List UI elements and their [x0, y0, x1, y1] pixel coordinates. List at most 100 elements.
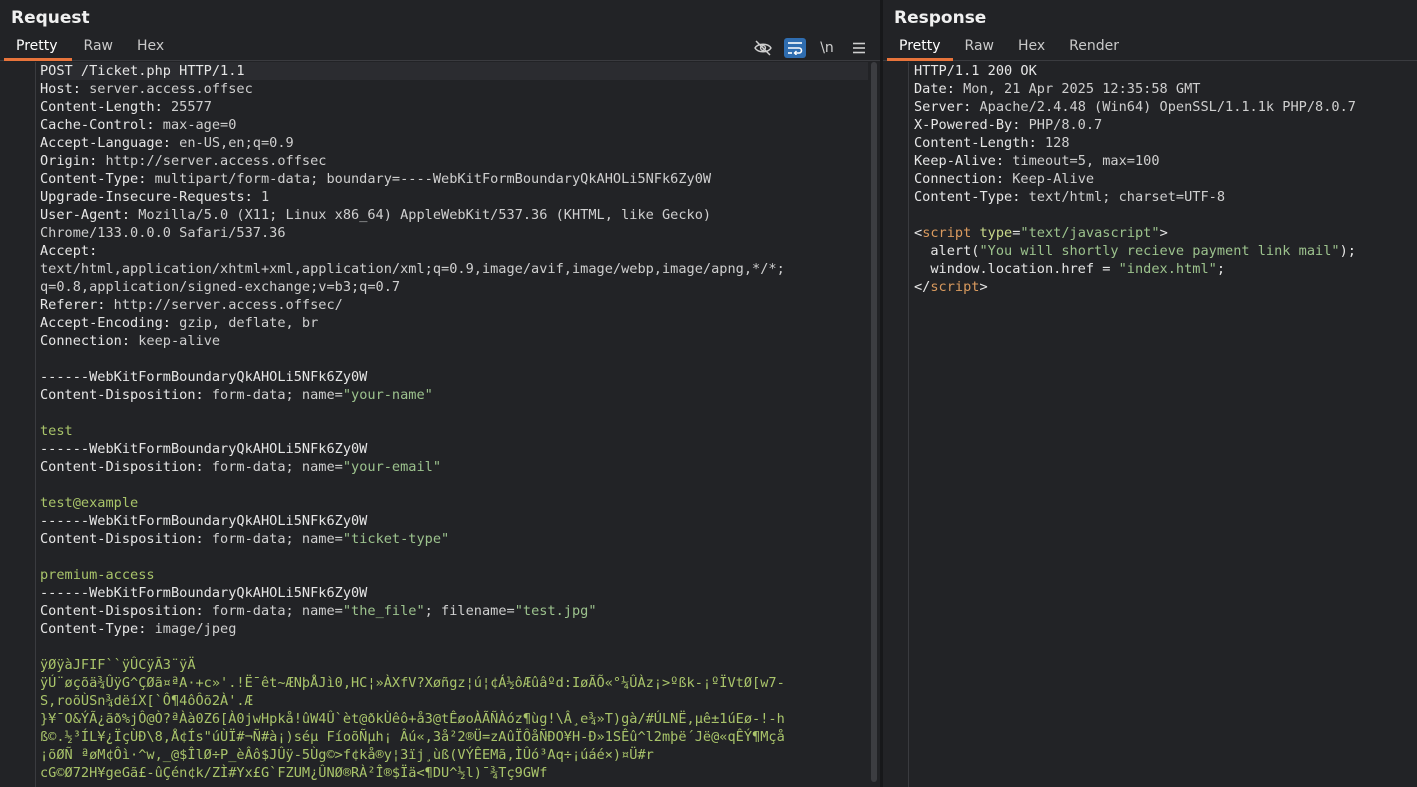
code-token: }¥¯O&ÝÃ¿ãð%jÔ@Ò?ªÀà0Z6[À0jwHpkå!ûW4Û`èt@… [40, 711, 785, 727]
code-token: User-Agent: [40, 207, 139, 223]
code-token: multipart/form-data; boundary=----WebKit… [154, 171, 712, 187]
response-code-line[interactable]: 9 [914, 206, 1405, 224]
request-code-line[interactable]: 12Accept-Encoding: gzip, deflate, br [40, 314, 868, 332]
request-scrollbar[interactable] [871, 62, 877, 782]
request-code-line[interactable]: 21 [40, 476, 868, 494]
request-tab-pretty[interactable]: Pretty [4, 36, 72, 61]
request-code-line[interactable]: ¡õØÑ ªøM¢Ôì·^w,_@$ÎlØ÷P_èÂô$JÛÿ-5Ùg©>f¢k… [40, 746, 868, 764]
request-code-line[interactable]: 26premium-access [40, 566, 868, 584]
code-token: Date: [914, 81, 964, 97]
request-code-line[interactable]: 2Host: server.access.offsec [40, 80, 868, 98]
code-token: http://server.access.offsec/ [113, 297, 343, 313]
response-tab-pretty[interactable]: Pretty [887, 36, 953, 61]
request-code-line[interactable]: 32ÿÚ¨øçõä¾ÛÿG^ÇØã¤ªA·+c»'.!Ë¯êt~ÆNþÅJì0,… [40, 674, 868, 692]
request-code-line[interactable]: 22test@example [40, 494, 868, 512]
code-token: Content-Length: [914, 135, 1045, 151]
code-token: Accept-Encoding: [40, 315, 180, 331]
response-tab-hex[interactable]: Hex [1006, 36, 1057, 60]
response-code-line[interactable]: 7Connection: Keep-Alive [914, 170, 1405, 188]
code-token: Content-Disposition: [40, 531, 212, 547]
response-tab-render[interactable]: Render [1057, 36, 1131, 60]
code-token: < [914, 225, 923, 241]
response-code-line[interactable]: 1HTTP/1.1 200 OK [914, 62, 1405, 80]
request-code-line[interactable]: 1POST /Ticket.php HTTP/1.1 [40, 62, 868, 80]
code-token: ------WebKitFormBoundaryQkAHOLi5NFk6Zy0W [40, 585, 368, 601]
request-code-line[interactable]: 29Content-Type: image/jpeg [40, 620, 868, 638]
request-code-line[interactable]: 17 [40, 404, 868, 422]
request-code-line[interactable]: 28Content-Disposition: form-data; name="… [40, 602, 868, 620]
code-token: Content-Disposition: [40, 387, 212, 403]
response-code-line[interactable]: 10<script type="text/javascript"> [914, 224, 1405, 242]
response-code[interactable]: 1HTTP/1.1 200 OK2Date: Mon, 21 Apr 2025 … [914, 62, 1405, 787]
request-code-line[interactable]: 20Content-Disposition: form-data; name="… [40, 458, 868, 476]
newline-icon[interactable]: \n [816, 38, 838, 58]
code-token: test [40, 423, 73, 439]
eye-slash-icon[interactable] [752, 38, 774, 58]
request-code-line[interactable]: 11Referer: http://server.access.offsec/ [40, 296, 868, 314]
request-code-line[interactable]: 16Content-Disposition: form-data; name="… [40, 386, 868, 404]
request-tab-hex[interactable]: Hex [125, 36, 176, 60]
request-code-line[interactable]: 4Cache-Control: max-age=0 [40, 116, 868, 134]
request-code-line[interactable]: Chrome/133.0.0.0 Safari/537.36 [40, 224, 868, 242]
request-code-line[interactable]: }¥¯O&ÝÃ¿ãð%jÔ@Ò?ªÀà0Z6[À0jwHpkå!ûW4Û`èt@… [40, 710, 868, 728]
response-code-line[interactable]: 3Server: Apache/2.4.48 (Win64) OpenSSL/1… [914, 98, 1405, 116]
code-token: image/jpeg [154, 621, 237, 637]
response-title: Response [894, 8, 987, 28]
request-code[interactable]: 1POST /Ticket.php HTTP/1.12Host: server.… [40, 62, 868, 787]
code-token: S,roõÙSn¾dëíX[`Ô¶4ôÔõ2À'.Æ [40, 693, 253, 709]
response-editor[interactable]: 1HTTP/1.1 200 OK2Date: Mon, 21 Apr 2025 … [883, 62, 1417, 787]
response-code-line[interactable]: 5Content-Length: 128 [914, 134, 1405, 152]
request-code-line[interactable]: 8Upgrade-Insecure-Requests: 1 [40, 188, 868, 206]
request-code-line[interactable]: 25 [40, 548, 868, 566]
response-code-line[interactable]: 6Keep-Alive: timeout=5, max=100 [914, 152, 1405, 170]
request-code-line[interactable]: 15------WebKitFormBoundaryQkAHOLi5NFk6Zy… [40, 368, 868, 386]
code-token: timeout=5, max=100 [1012, 153, 1160, 169]
code-token: </ [914, 279, 931, 295]
response-tab-raw[interactable]: Raw [953, 36, 1006, 60]
request-code-line[interactable]: 19------WebKitFormBoundaryQkAHOLi5NFk6Zy… [40, 440, 868, 458]
request-code-line[interactable]: 6Origin: http://server.access.offsec [40, 152, 868, 170]
code-token: ; filename= [424, 603, 515, 619]
request-code-line[interactable]: text/html,application/xhtml+xml,applicat… [40, 260, 868, 278]
wrap-lines-icon[interactable] [784, 38, 806, 58]
response-code-line[interactable]: 4X-Powered-By: PHP/8.0.7 [914, 116, 1405, 134]
response-code-line[interactable]: 2Date: Mon, 21 Apr 2025 12:35:58 GMT [914, 80, 1405, 98]
response-code-line[interactable]: alert("You will shortly recieve payment … [914, 242, 1405, 260]
menu-icon[interactable] [848, 38, 870, 58]
code-token: HTTP/1.1 200 OK [914, 63, 1037, 79]
request-tab-raw[interactable]: Raw [72, 36, 125, 60]
request-code-line[interactable]: 7Content-Type: multipart/form-data; boun… [40, 170, 868, 188]
request-code-line[interactable]: 3Content-Length: 25577 [40, 98, 868, 116]
code-token: "index.html" [1118, 261, 1217, 277]
code-token: Content-Disposition: [40, 603, 212, 619]
code-token: Connection: [914, 171, 1013, 187]
request-code-line[interactable]: 13Connection: keep-alive [40, 332, 868, 350]
request-code-line[interactable]: S,roõÙSn¾dëíX[`Ô¶4ôÔõ2À'.Æ [40, 692, 868, 710]
response-code-line[interactable]: </script> [914, 278, 1405, 296]
code-token: script [930, 279, 980, 295]
request-code-line[interactable]: 5Accept-Language: en-US,en;q=0.9 [40, 134, 868, 152]
response-code-line[interactable]: 8Content-Type: text/html; charset=UTF-8 [914, 188, 1405, 206]
request-code-line[interactable]: 14 [40, 350, 868, 368]
code-token: "text/javascript" [1020, 225, 1160, 241]
code-token: POST /Ticket.php HTTP/1.1 [40, 63, 245, 79]
response-code-line[interactable]: window.location.href = "index.html"; [914, 260, 1405, 278]
code-token: PHP/8.0.7 [1028, 117, 1103, 133]
code-token: Host: [40, 81, 90, 97]
request-editor[interactable]: 1POST /Ticket.php HTTP/1.12Host: server.… [0, 62, 880, 787]
request-code-line[interactable]: 18test [40, 422, 868, 440]
request-code-line[interactable]: ß©.½³ÍL¥¿ÏçÙÐ\8,Å¢Ís"úÙÏ#¬Ñ#à¡)séµ FíoõÑ… [40, 728, 868, 746]
request-code-line[interactable]: q=0.8,application/signed-exchange;v=b3;q… [40, 278, 868, 296]
request-code-line[interactable]: 23------WebKitFormBoundaryQkAHOLi5NFk6Zy… [40, 512, 868, 530]
request-code-line[interactable]: 30 [40, 638, 868, 656]
request-code-line[interactable]: 9User-Agent: Mozilla/5.0 (X11; Linux x86… [40, 206, 868, 224]
code-token: Keep-Alive [1012, 171, 1095, 187]
request-code-line[interactable]: 10Accept: [40, 242, 868, 260]
code-token: ß©.½³ÍL¥¿ÏçÙÐ\8,Å¢Ís"úÙÏ#¬Ñ#à¡)séµ FíoõÑ… [40, 729, 785, 745]
code-token: max-age=0 [162, 117, 237, 133]
request-code-line[interactable]: 27------WebKitFormBoundaryQkAHOLi5NFk6Zy… [40, 584, 868, 602]
request-code-line[interactable]: 31ÿØÿàJFIF``ÿÛCÿÃ3¨ÿÄ [40, 656, 868, 674]
request-code-line[interactable]: 24Content-Disposition: form-data; name="… [40, 530, 868, 548]
request-code-line[interactable]: cG©Ø72H¥geGã£-ûÇén¢k/ZÌ#Yx£G`FZUM¿ÛNØ®RÀ… [40, 764, 868, 782]
code-token: test@example [40, 495, 139, 511]
